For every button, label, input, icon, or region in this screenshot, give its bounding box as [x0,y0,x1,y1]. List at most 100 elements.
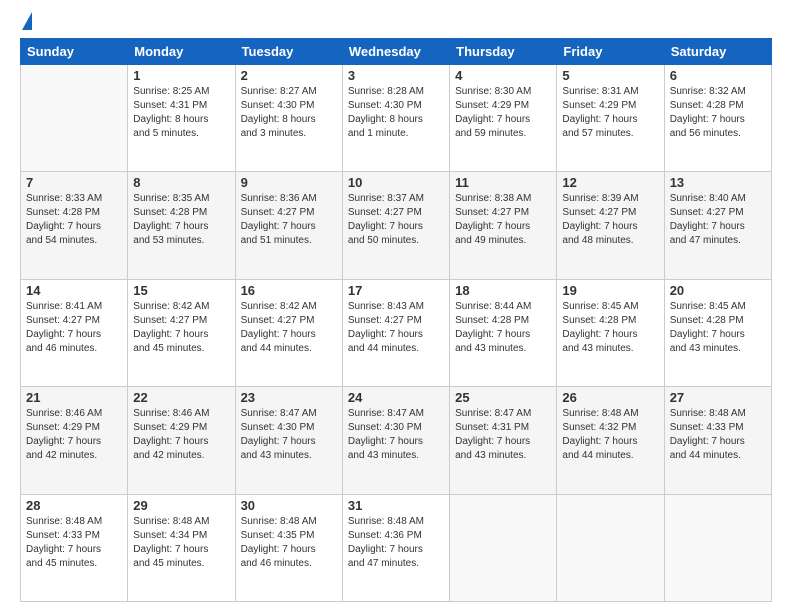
day-number: 12 [562,175,658,190]
calendar-week-row: 21 Sunrise: 8:46 AM Sunset: 4:29 PM Dayli… [21,387,772,494]
calendar-week-row: 7 Sunrise: 8:33 AM Sunset: 4:28 PM Daylig… [21,172,772,279]
calendar-cell: 26 Sunrise: 8:48 AM Sunset: 4:32 PM Dayli… [557,387,664,494]
day-info: Sunrise: 8:33 AM Sunset: 4:28 PM Dayligh… [26,192,122,248]
day-info: Sunrise: 8:45 AM Sunset: 4:28 PM Dayligh… [562,300,658,356]
day-number: 19 [562,283,658,298]
calendar-cell [557,494,664,601]
calendar-cell: 20 Sunrise: 8:45 AM Sunset: 4:28 PM Dayli… [664,279,771,386]
day-info: Sunrise: 8:47 AM Sunset: 4:30 PM Dayligh… [348,407,444,463]
calendar-cell: 19 Sunrise: 8:45 AM Sunset: 4:28 PM Dayli… [557,279,664,386]
day-info: Sunrise: 8:46 AM Sunset: 4:29 PM Dayligh… [133,407,229,463]
weekday-header-row: Sunday Monday Tuesday Wednesday Thursday… [21,39,772,65]
day-info: Sunrise: 8:42 AM Sunset: 4:27 PM Dayligh… [133,300,229,356]
day-number: 4 [455,68,551,83]
calendar-cell: 25 Sunrise: 8:47 AM Sunset: 4:31 PM Dayli… [450,387,557,494]
calendar-cell: 18Sunrise: 8:44 AM Sunset: 4:28 PM Dayli… [450,279,557,386]
header [20,16,772,30]
calendar-cell: 10 Sunrise: 8:37 AM Sunset: 4:27 PM Dayli… [342,172,449,279]
day-number: 22 [133,390,229,405]
day-info: Sunrise: 8:48 AM Sunset: 4:35 PM Dayligh… [241,515,337,571]
calendar-cell: 13Sunrise: 8:40 AM Sunset: 4:27 PM Dayli… [664,172,771,279]
calendar-cell [664,494,771,601]
day-number: 11 [455,175,551,190]
day-number: 10 [348,175,444,190]
page: Sunday Monday Tuesday Wednesday Thursday… [0,0,792,612]
calendar-cell [21,65,128,172]
calendar-cell: 30 Sunrise: 8:48 AM Sunset: 4:35 PM Dayli… [235,494,342,601]
day-number: 27 [670,390,766,405]
day-info: Sunrise: 8:41 AM Sunset: 4:27 PM Dayligh… [26,300,122,356]
calendar-cell: 9Sunrise: 8:36 AM Sunset: 4:27 PM Daylig… [235,172,342,279]
calendar-cell: 27 Sunrise: 8:48 AM Sunset: 4:33 PM Dayli… [664,387,771,494]
day-number: 17 [348,283,444,298]
calendar-week-row: 28 Sunrise: 8:48 AM Sunset: 4:33 PM Dayli… [21,494,772,601]
calendar-cell: 23Sunrise: 8:47 AM Sunset: 4:30 PM Dayli… [235,387,342,494]
day-number: 9 [241,175,337,190]
day-info: Sunrise: 8:47 AM Sunset: 4:31 PM Dayligh… [455,407,551,463]
header-monday: Monday [128,39,235,65]
day-info: Sunrise: 8:43 AM Sunset: 4:27 PM Dayligh… [348,300,444,356]
header-sunday: Sunday [21,39,128,65]
day-number: 1 [133,68,229,83]
header-wednesday: Wednesday [342,39,449,65]
day-info: Sunrise: 8:48 AM Sunset: 4:33 PM Dayligh… [670,407,766,463]
day-info: Sunrise: 8:42 AM Sunset: 4:27 PM Dayligh… [241,300,337,356]
day-number: 15 [133,283,229,298]
day-number: 29 [133,498,229,513]
day-number: 6 [670,68,766,83]
day-number: 20 [670,283,766,298]
header-thursday: Thursday [450,39,557,65]
day-number: 16 [241,283,337,298]
calendar-cell: 21 Sunrise: 8:46 AM Sunset: 4:29 PM Dayli… [21,387,128,494]
header-tuesday: Tuesday [235,39,342,65]
calendar-cell: 4Sunrise: 8:30 AM Sunset: 4:29 PM Daylig… [450,65,557,172]
day-info: Sunrise: 8:37 AM Sunset: 4:27 PM Dayligh… [348,192,444,248]
calendar-cell: 6Sunrise: 8:32 AM Sunset: 4:28 PM Daylig… [664,65,771,172]
calendar-week-row: 14Sunrise: 8:41 AM Sunset: 4:27 PM Dayli… [21,279,772,386]
day-number: 21 [26,390,122,405]
day-info: Sunrise: 8:25 AM Sunset: 4:31 PM Dayligh… [133,85,229,141]
day-number: 18 [455,283,551,298]
day-info: Sunrise: 8:46 AM Sunset: 4:29 PM Dayligh… [26,407,122,463]
day-number: 13 [670,175,766,190]
header-friday: Friday [557,39,664,65]
logo-triangle-icon [22,12,32,30]
calendar-cell: 5Sunrise: 8:31 AM Sunset: 4:29 PM Daylig… [557,65,664,172]
day-number: 30 [241,498,337,513]
calendar-cell: 16 Sunrise: 8:42 AM Sunset: 4:27 PM Dayli… [235,279,342,386]
calendar-cell: 31 Sunrise: 8:48 AM Sunset: 4:36 PM Dayli… [342,494,449,601]
calendar-cell: 2 Sunrise: 8:27 AM Sunset: 4:30 PM Daylig… [235,65,342,172]
day-info: Sunrise: 8:28 AM Sunset: 4:30 PM Dayligh… [348,85,444,141]
header-saturday: Saturday [664,39,771,65]
day-info: Sunrise: 8:48 AM Sunset: 4:32 PM Dayligh… [562,407,658,463]
calendar-cell: 3Sunrise: 8:28 AM Sunset: 4:30 PM Daylig… [342,65,449,172]
day-number: 26 [562,390,658,405]
calendar-cell: 15 Sunrise: 8:42 AM Sunset: 4:27 PM Dayli… [128,279,235,386]
calendar-table: Sunday Monday Tuesday Wednesday Thursday… [20,38,772,602]
calendar-cell: 17 Sunrise: 8:43 AM Sunset: 4:27 PM Dayli… [342,279,449,386]
calendar-cell: 28 Sunrise: 8:48 AM Sunset: 4:33 PM Dayli… [21,494,128,601]
day-info: Sunrise: 8:27 AM Sunset: 4:30 PM Dayligh… [241,85,337,141]
day-number: 28 [26,498,122,513]
day-info: Sunrise: 8:48 AM Sunset: 4:33 PM Dayligh… [26,515,122,571]
calendar-cell: 22 Sunrise: 8:46 AM Sunset: 4:29 PM Dayli… [128,387,235,494]
day-info: Sunrise: 8:35 AM Sunset: 4:28 PM Dayligh… [133,192,229,248]
day-info: Sunrise: 8:39 AM Sunset: 4:27 PM Dayligh… [562,192,658,248]
day-info: Sunrise: 8:45 AM Sunset: 4:28 PM Dayligh… [670,300,766,356]
day-number: 25 [455,390,551,405]
calendar-cell: 8Sunrise: 8:35 AM Sunset: 4:28 PM Daylig… [128,172,235,279]
day-info: Sunrise: 8:48 AM Sunset: 4:36 PM Dayligh… [348,515,444,571]
day-info: Sunrise: 8:47 AM Sunset: 4:30 PM Dayligh… [241,407,337,463]
day-number: 31 [348,498,444,513]
calendar-cell: 29 Sunrise: 8:48 AM Sunset: 4:34 PM Dayli… [128,494,235,601]
day-number: 7 [26,175,122,190]
calendar-cell: 14Sunrise: 8:41 AM Sunset: 4:27 PM Dayli… [21,279,128,386]
calendar-cell: 7 Sunrise: 8:33 AM Sunset: 4:28 PM Daylig… [21,172,128,279]
day-number: 5 [562,68,658,83]
calendar-week-row: 1 Sunrise: 8:25 AM Sunset: 4:31 PM Daylig… [21,65,772,172]
day-number: 2 [241,68,337,83]
calendar-cell: 11Sunrise: 8:38 AM Sunset: 4:27 PM Dayli… [450,172,557,279]
calendar-cell [450,494,557,601]
day-info: Sunrise: 8:48 AM Sunset: 4:34 PM Dayligh… [133,515,229,571]
calendar-cell: 24Sunrise: 8:47 AM Sunset: 4:30 PM Dayli… [342,387,449,494]
